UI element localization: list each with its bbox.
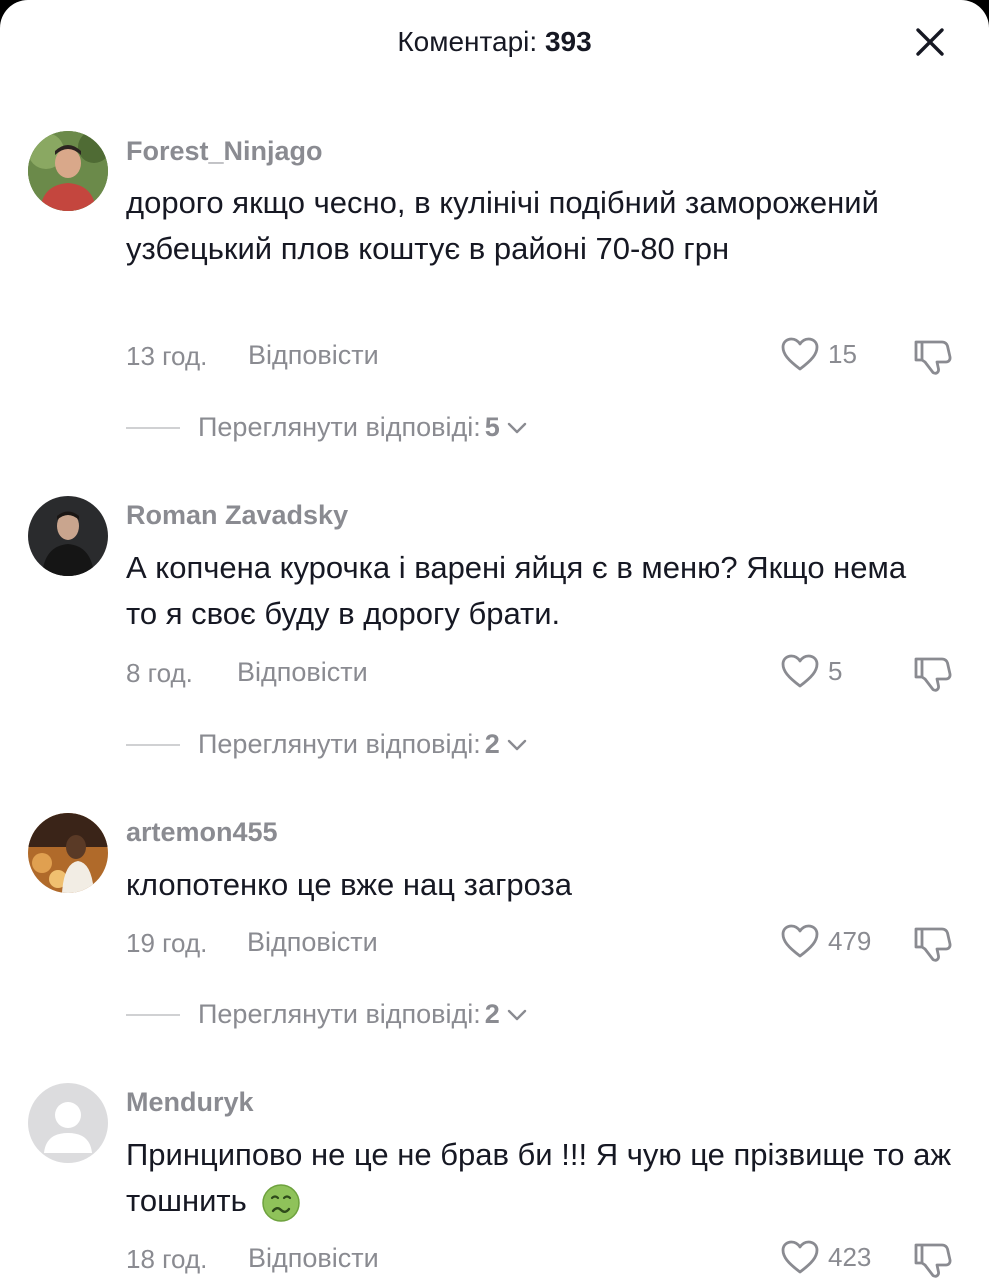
thumbs-down-icon — [914, 927, 952, 962]
like-count: 423 — [828, 1241, 872, 1272]
comment-text-body: Принципово не це не брав би !!! Я чую це… — [126, 1137, 952, 1218]
comments-title-label: Коментарі: — [397, 26, 538, 57]
reply-button[interactable]: Відповісти — [247, 927, 378, 958]
close-icon — [916, 28, 944, 56]
replies-count: 5 — [484, 412, 500, 442]
comment-username[interactable]: Menduryk — [126, 1087, 254, 1118]
reply-button[interactable]: Відповісти — [248, 1243, 379, 1274]
comment-username[interactable]: Roman Zavadsky — [126, 500, 348, 531]
chevron-down-icon — [507, 1009, 527, 1020]
like-button[interactable]: 479 — [780, 923, 871, 959]
comment-text: А копчена курочка і варені яйця є в меню… — [126, 550, 907, 631]
comments-count: 393 — [544, 26, 592, 57]
view-replies-button[interactable]: Переглянути відповіді: 2 — [126, 999, 530, 1030]
replies-count: 2 — [484, 999, 500, 1029]
dislike-button[interactable] — [912, 336, 954, 381]
comment-time: 19 год. — [126, 928, 208, 958]
heart-icon — [781, 1240, 819, 1274]
avatar[interactable] — [28, 496, 108, 576]
reply-button[interactable]: Відповісти — [237, 657, 368, 688]
dislike-button[interactable] — [912, 923, 954, 968]
view-replies-label: Переглянути відповіді: — [198, 412, 481, 442]
view-replies-label: Переглянути відповіді: — [198, 729, 481, 759]
replies-divider — [126, 1013, 180, 1016]
comment-username[interactable]: artemon455 — [126, 817, 278, 848]
replies-divider — [126, 743, 180, 746]
like-button[interactable]: 15 — [780, 336, 857, 372]
dislike-button[interactable] — [912, 1239, 954, 1280]
comment-username[interactable]: Forest_Ninjago — [126, 136, 323, 167]
comment-time: 18 год. — [126, 1244, 208, 1274]
heart-icon — [781, 924, 819, 958]
like-button[interactable]: 423 — [780, 1239, 871, 1275]
thumbs-down-icon — [914, 340, 952, 375]
replies-divider — [126, 426, 180, 429]
comments-header: Коментарі: 393 — [0, 0, 989, 84]
like-button[interactable]: 5 — [780, 653, 842, 689]
comment-text: клопотенко це вже нац загроза — [126, 867, 572, 902]
thumbs-down-icon — [914, 1243, 952, 1278]
like-count: 15 — [828, 338, 857, 369]
like-count: 5 — [828, 655, 843, 686]
avatar[interactable] — [28, 1083, 108, 1163]
comments-sheet: Коментарі: 393 Forest_Ninjago дорого якщ… — [0, 0, 989, 1280]
comment-time: 8 год. — [126, 658, 193, 688]
comment-text: дорого якщо чесно, в кулінічі подібний з… — [126, 185, 879, 266]
heart-icon — [781, 654, 819, 688]
chevron-down-icon — [507, 422, 527, 433]
reply-button[interactable]: Відповісти — [248, 340, 379, 371]
view-replies-label: Переглянути відповіді: — [198, 999, 481, 1029]
dislike-button[interactable] — [912, 653, 954, 698]
view-replies-button[interactable]: Переглянути відповіді: 2 — [126, 729, 530, 760]
close-button[interactable] — [906, 18, 954, 66]
like-count: 479 — [828, 925, 872, 956]
view-replies-button[interactable]: Переглянути відповіді: 5 — [126, 412, 530, 443]
avatar[interactable] — [28, 813, 108, 893]
comments-title: Коментарі: 393 — [0, 26, 989, 58]
chevron-down-icon — [507, 739, 527, 750]
replies-count: 2 — [484, 729, 500, 759]
nauseated-face-icon — [262, 1184, 301, 1222]
comment-text: Принципово не це не брав би !!! Я чую це… — [126, 1132, 956, 1224]
avatar[interactable] — [28, 131, 108, 211]
thumbs-down-icon — [914, 657, 952, 692]
comment-time: 13 год. — [126, 341, 208, 371]
heart-icon — [781, 337, 819, 371]
